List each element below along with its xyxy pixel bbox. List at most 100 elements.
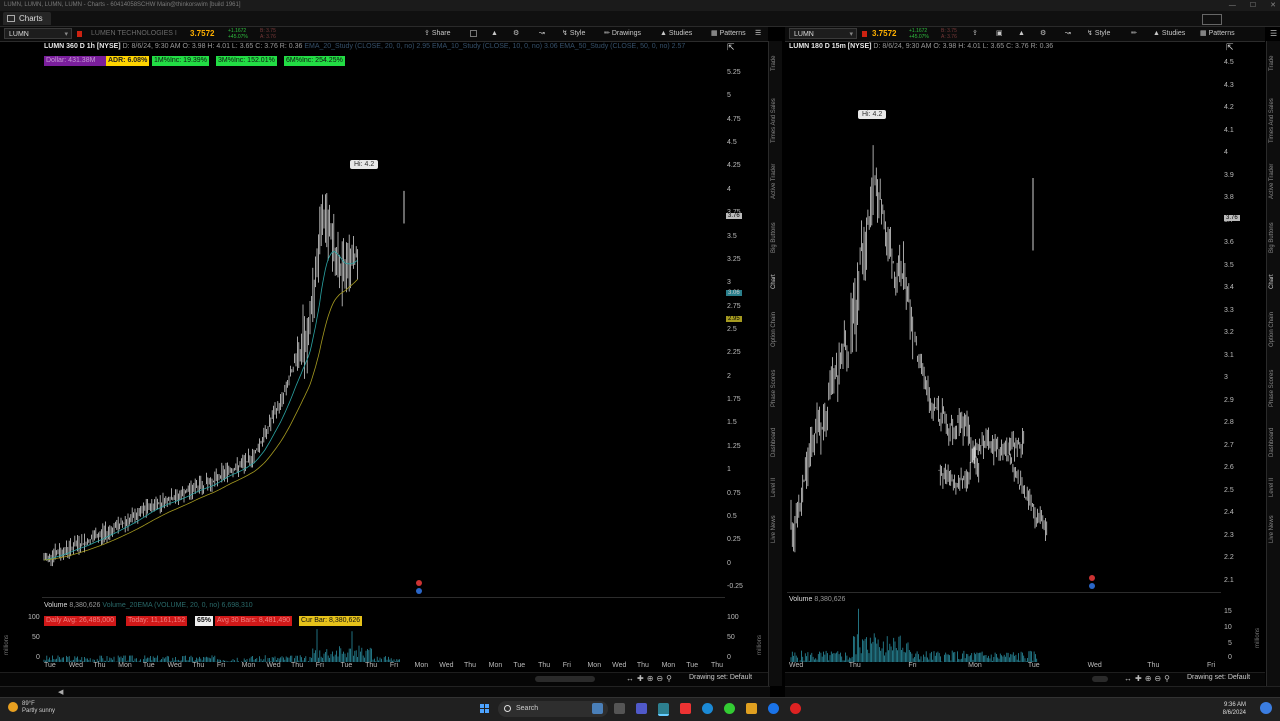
share-icon[interactable]: ⇪	[972, 27, 978, 41]
sidebar-tab-active-trader[interactable]: Active Trader	[1269, 164, 1275, 199]
sidebar-tab-live-news[interactable]: Live News	[771, 515, 777, 543]
chrome-icon[interactable]	[768, 703, 779, 714]
taskbar-clock[interactable]: 9:36 AM 8/6/2024	[1223, 701, 1246, 717]
right-pane-divider[interactable]	[787, 592, 1221, 593]
expand-icon[interactable]: ⇱	[1226, 42, 1234, 53]
chat-icon[interactable]	[724, 703, 735, 714]
recorder-icon[interactable]	[790, 703, 801, 714]
share-button[interactable]: ⇪ Share	[424, 27, 451, 41]
patterns-button[interactable]: ▦ Patterns	[1200, 27, 1235, 41]
dividend-marker-icon[interactable]	[416, 588, 422, 594]
close-icon[interactable]: ✕	[1270, 0, 1276, 11]
menu-icon[interactable]: ☰	[1270, 29, 1277, 38]
edge-icon[interactable]	[702, 703, 713, 714]
left-symbol-input[interactable]: LUMN ▾	[4, 28, 72, 39]
sidebar-tab-live-news[interactable]: Live News	[1269, 515, 1275, 543]
earnings-marker-icon[interactable]	[416, 580, 422, 586]
lv-tick-50-r: 50	[727, 634, 735, 641]
sidebar-tab-times-sales[interactable]: Times And Sales	[1269, 98, 1275, 143]
minimize-icon[interactable]: —	[1229, 0, 1236, 11]
sidebar-tab-chart[interactable]: Chart	[771, 274, 777, 289]
sidebar-tab-phase-scores[interactable]: Phase Scores	[1269, 370, 1275, 407]
patterns-button[interactable]: ▦ Patterns	[711, 27, 746, 41]
left-volume-chart[interactable]	[42, 628, 725, 662]
left-price-chart[interactable]	[42, 66, 725, 596]
sidebar-tab-chart[interactable]: Chart	[1269, 274, 1275, 289]
sidebar-tab-option-chain[interactable]: Option Chain	[1269, 312, 1275, 347]
sidebar-tab-trade[interactable]: Trade	[1269, 56, 1275, 71]
right-volume-bars	[790, 608, 1038, 662]
right-price-chart[interactable]	[787, 56, 1221, 590]
cursor-icon[interactable]: ↝	[539, 27, 545, 41]
notification-icon[interactable]	[1260, 702, 1272, 714]
flask-icon[interactable]: ▲	[491, 27, 498, 41]
weather-widget[interactable]: 89°F Partly sunny	[8, 701, 55, 715]
sidebar-tab-dashboard[interactable]: Dashboard	[771, 428, 777, 457]
chevron-down-icon[interactable]: ▾	[849, 29, 853, 40]
maximize-icon[interactable]: ☐	[1250, 0, 1256, 11]
expand-icon[interactable]: ⇱	[727, 42, 735, 53]
sidebar-tab-level-ii[interactable]: Level II	[771, 478, 777, 497]
right-time-axis[interactable]: Wed Thu Fri Mon Tue Wed Thu Fri	[787, 662, 1221, 672]
left-time-axis[interactable]: Tue Wed Thu Mon Tue Wed Thu Fri Mon Wed Thu Fri Tue T…	[42, 662, 725, 672]
chevron-down-icon[interactable]: ▾	[64, 29, 68, 40]
left-price-tick: 2.75	[727, 302, 741, 310]
snapshot-icon[interactable]	[470, 30, 477, 37]
right-horizontal-scrollbar[interactable]	[785, 686, 1280, 697]
sidebar-tab-times-sales[interactable]: Times And Sales	[771, 98, 777, 143]
brave-icon[interactable]	[680, 703, 691, 714]
flask-icon[interactable]: ▲	[1018, 27, 1025, 41]
left-volume-unit: millions	[4, 634, 10, 655]
file-explorer-icon[interactable]	[746, 703, 757, 714]
sidebar-tab-active-trader[interactable]: Active Trader	[771, 164, 777, 199]
sidebar-tab-big-buttons[interactable]: Big Buttons	[771, 222, 777, 253]
thinkorswim-icon[interactable]	[658, 703, 669, 716]
alert-flag-icon[interactable]	[77, 31, 82, 37]
sidebar-tab-dashboard[interactable]: Dashboard	[1269, 428, 1275, 457]
sidebar-tab-big-buttons[interactable]: Big Buttons	[1269, 222, 1275, 253]
pencil-icon[interactable]: ✏	[1131, 27, 1137, 41]
task-view-icon[interactable]	[614, 703, 625, 714]
left-pane-divider[interactable]	[42, 597, 725, 598]
menu-icon[interactable]: ☰	[755, 27, 761, 41]
dividend-marker-icon[interactable]	[1089, 583, 1095, 589]
drawings-button[interactable]: ✏ Drawings	[604, 27, 641, 41]
left-chart-studies: EMA_20_Study (CLOSE, 20, 0, no) 2.95 EMA…	[304, 43, 686, 50]
teams-icon[interactable]	[636, 703, 647, 714]
right-symbol-input[interactable]: LUMN ▾	[789, 28, 857, 39]
left-horizontal-scrollbar[interactable]: ◀	[0, 686, 770, 697]
left-drawing-set[interactable]: Drawing set: Default	[689, 674, 752, 681]
sidebar-tab-phase-scores[interactable]: Phase Scores	[771, 370, 777, 407]
gear-icon[interactable]: ⚙	[513, 27, 519, 41]
chart-icon	[7, 15, 15, 22]
studies-button[interactable]: ▲ Studies	[660, 27, 692, 41]
right-price-tick: 3.1	[1224, 351, 1234, 359]
left-scroll-thumb[interactable]	[535, 676, 595, 682]
right-scroll-thumb[interactable]	[1092, 676, 1108, 682]
snapshot-icon[interactable]: ▣	[996, 27, 1003, 41]
studies-button[interactable]: ▲ Studies	[1153, 27, 1185, 41]
gear-icon[interactable]: ⚙	[1040, 27, 1046, 41]
scroll-left-icon[interactable]: ◀	[58, 688, 63, 696]
windows-start-icon[interactable]	[480, 704, 490, 714]
right-price-axis[interactable]: 4.54.34.24.143.93.83.73.63.53.43.33.23.1…	[1224, 56, 1254, 590]
tab-charts[interactable]: Charts	[3, 12, 51, 25]
left-price-tick: 2.25	[727, 349, 741, 357]
sidebar-tab-level-ii[interactable]: Level II	[1269, 478, 1275, 497]
sidebar-tab-option-chain[interactable]: Option Chain	[771, 312, 777, 347]
cursor-icon[interactable]: ↝	[1065, 27, 1071, 41]
left-price-axis[interactable]: 5.2554.754.54.2543.753.53.2532.752.52.25…	[727, 66, 767, 596]
right-drawing-set[interactable]: Drawing set: Default	[1187, 674, 1250, 681]
right-volume-chart[interactable]	[787, 604, 1221, 662]
style-button[interactable]: ↯ Style	[1087, 27, 1110, 41]
right-volume-label: Volume	[789, 596, 813, 603]
layout-grid-icon[interactable]	[1202, 14, 1222, 25]
style-button[interactable]: ↯ Style	[562, 27, 585, 41]
left-price-tick: 2.5	[727, 326, 737, 333]
alert-flag-icon[interactable]	[862, 31, 867, 37]
zoom-controls-icon[interactable]: ↔✚⊕⊖⚲	[626, 674, 675, 683]
sidebar-tab-trade[interactable]: Trade	[771, 56, 777, 71]
zoom-controls-icon[interactable]: ↔✚⊕⊖⚲	[1124, 674, 1173, 683]
widgets-icon[interactable]	[592, 703, 603, 714]
earnings-marker-icon[interactable]	[1089, 575, 1095, 581]
